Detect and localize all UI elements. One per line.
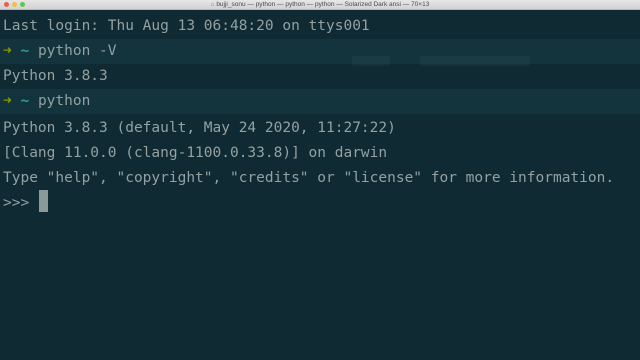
banner-line-1: Python 3.8.3 (default, May 24 2020, 11:2… bbox=[0, 116, 640, 141]
banner-text: Type "help", "copyright", "credits" or "… bbox=[3, 170, 615, 186]
output-text: Python 3.8.3 bbox=[3, 68, 108, 84]
terminal-content[interactable]: Last login: Thu Aug 13 06:48:20 on ttys0… bbox=[0, 10, 640, 360]
banner-text: [Clang 11.0.0 (clang-1100.0.33.8)] on da… bbox=[3, 145, 388, 161]
terminal-window: ⌂ bujji_sonu — python — python — python —… bbox=[0, 0, 640, 360]
prompt-arrow-icon: ➜ bbox=[3, 93, 12, 109]
prompt-line-2: ➜ ~ python bbox=[0, 89, 640, 114]
last-login-text: Last login: Thu Aug 13 06:48:20 on ttys0… bbox=[3, 18, 370, 34]
home-icon: ⌂ bbox=[210, 2, 215, 8]
window-title-container: ⌂ bujji_sonu — python — python — python —… bbox=[0, 0, 640, 10]
text-cursor[interactable] bbox=[38, 190, 48, 212]
command-text: python -V bbox=[37, 43, 117, 59]
window-title: bujji_sonu — python — python — python — … bbox=[216, 1, 430, 8]
prompt-arrow-icon: ➜ bbox=[3, 43, 12, 59]
command-text: python bbox=[37, 93, 91, 109]
banner-line-3: Type "help", "copyright", "credits" or "… bbox=[0, 166, 640, 191]
output-line: Python 3.8.3 bbox=[0, 64, 640, 89]
repl-prompt: >>> bbox=[3, 195, 38, 211]
last-login-line: Last login: Thu Aug 13 06:48:20 on ttys0… bbox=[0, 14, 640, 39]
prompt-directory: ~ bbox=[20, 43, 30, 59]
prompt-line-1: ➜ ~ python -V bbox=[0, 39, 640, 64]
banner-text: Python 3.8.3 (default, May 24 2020, 11:2… bbox=[3, 120, 396, 136]
banner-line-2: [Clang 11.0.0 (clang-1100.0.33.8)] on da… bbox=[0, 141, 640, 166]
repl-input-line[interactable]: >>> bbox=[0, 190, 640, 215]
prompt-directory: ~ bbox=[20, 93, 30, 109]
title-bar[interactable]: ⌂ bujji_sonu — python — python — python —… bbox=[0, 0, 640, 10]
